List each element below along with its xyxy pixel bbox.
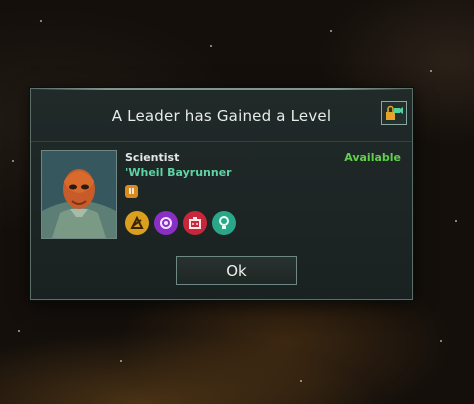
lightbulb-icon[interactable] [212, 211, 236, 235]
star [18, 330, 20, 332]
dialog-title: A Leader has Gained a Level [111, 107, 332, 125]
star [440, 340, 442, 342]
leader-class: Scientist [125, 151, 180, 164]
level-up-dialog: A Leader has Gained a Level Scientist 'W… [30, 88, 413, 300]
dialog-header: A Leader has Gained a Level [31, 93, 412, 142]
leader-portrait[interactable] [41, 150, 117, 239]
leader-traits [125, 211, 236, 235]
ok-button[interactable]: Ok [176, 256, 297, 285]
robot-icon[interactable] [183, 211, 207, 235]
psionic-icon[interactable] [154, 211, 178, 235]
star [330, 30, 332, 32]
game-screen: { "dialog": { "title": "A Leader has Gai… [0, 0, 474, 404]
leader-status: Available [344, 151, 401, 164]
star [300, 380, 302, 382]
star [12, 160, 14, 162]
star [120, 360, 122, 362]
leader-level-badge: II [125, 185, 138, 198]
star [210, 45, 212, 47]
research-beaker-icon[interactable] [125, 211, 149, 235]
recruit-leader-button[interactable] [381, 101, 407, 125]
leader-name[interactable]: 'Wheil Bayrunner [125, 166, 232, 179]
leader-portrait-image [42, 151, 116, 238]
star [430, 70, 432, 72]
padlock-camera-icon [386, 105, 403, 120]
star [40, 20, 42, 22]
star [455, 220, 457, 222]
